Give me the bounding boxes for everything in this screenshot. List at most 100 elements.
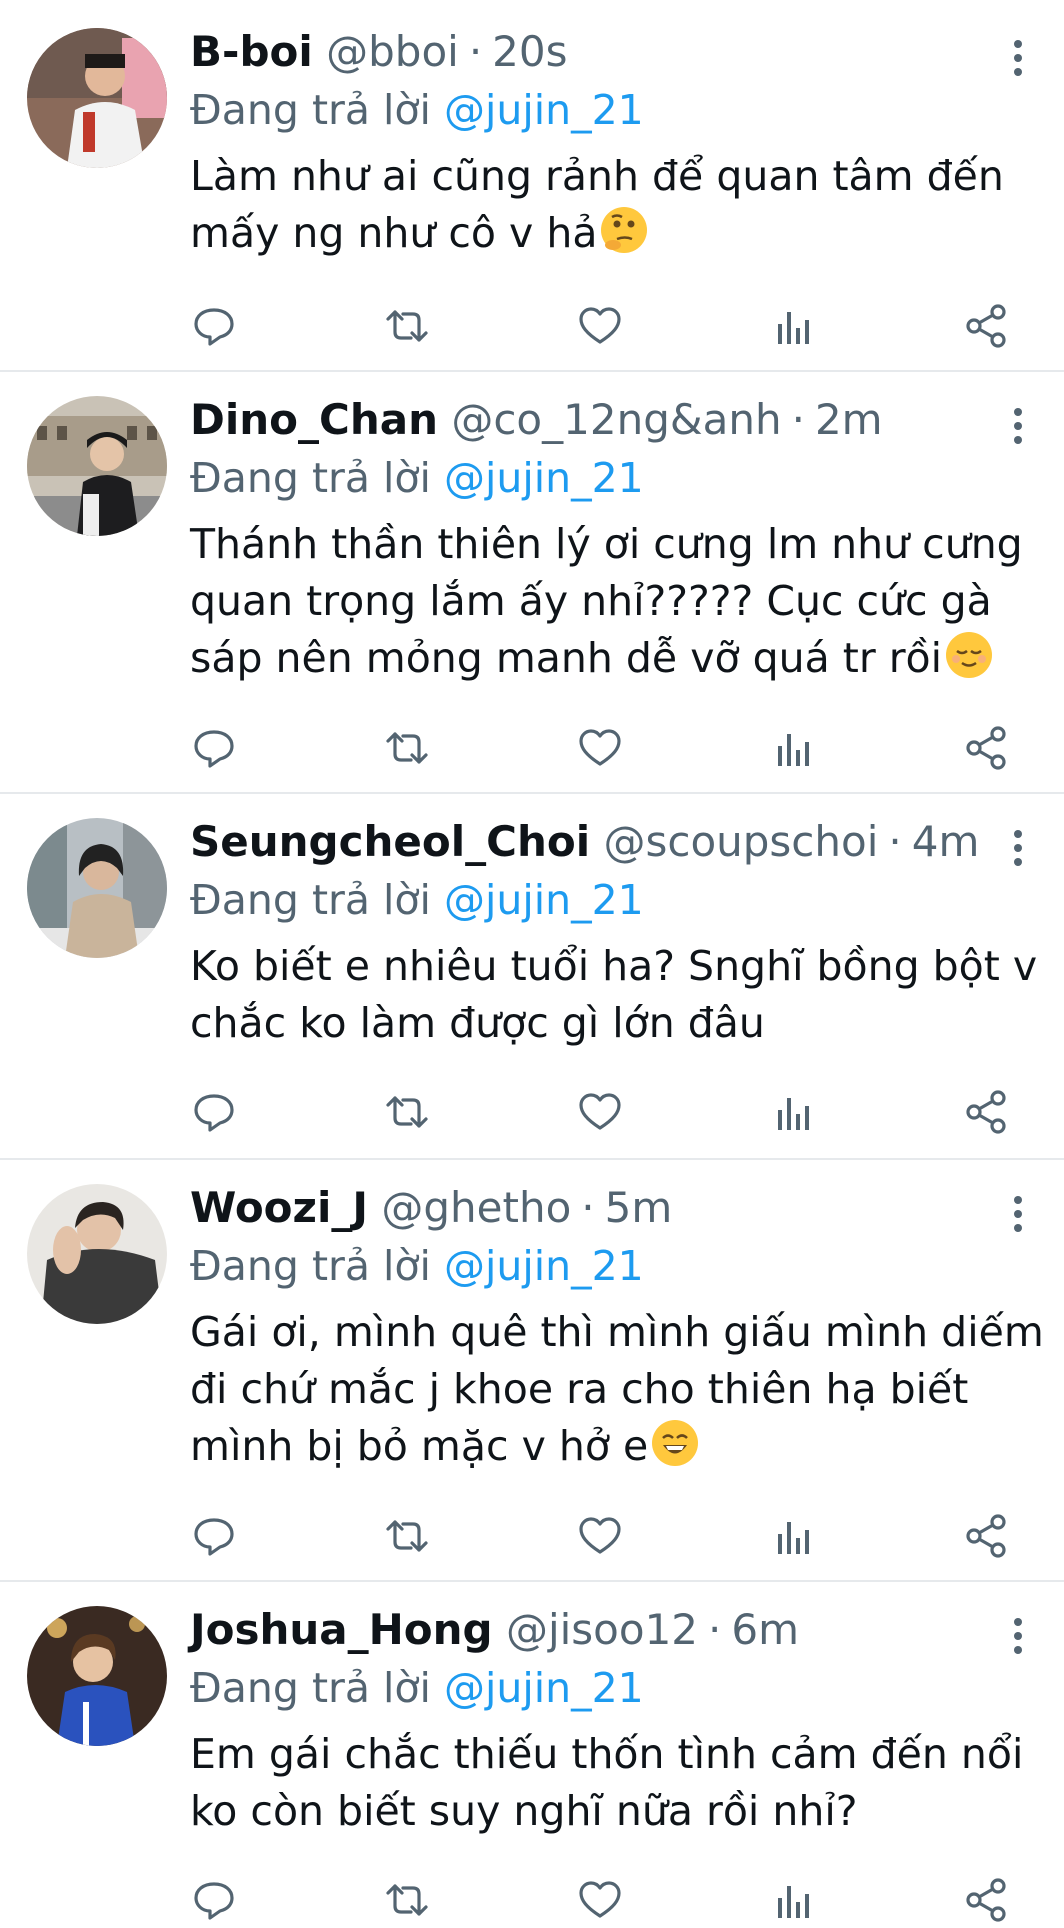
avatar-photo-icon [27, 28, 167, 168]
replying-to-label: Đang trả lời [190, 876, 431, 924]
views-chart-icon[interactable] [769, 1088, 817, 1136]
user-handle[interactable]: @ghetho [381, 1183, 571, 1232]
tweet-text: Em gái chắc thiếu thốn tình cảm đến nổi … [190, 1726, 1064, 1840]
retweet-icon[interactable] [383, 724, 431, 772]
share-icon[interactable] [962, 302, 1010, 350]
avatar-photo-icon [27, 1606, 167, 1746]
avatar[interactable] [27, 28, 167, 168]
display-name[interactable]: B-boi [190, 27, 313, 76]
timestamp[interactable]: 5m [605, 1183, 673, 1232]
separator-dot: · [468, 27, 483, 76]
views-chart-icon[interactable] [769, 1512, 817, 1560]
tweet-text: Làm như ai cũng rảnh để quan tâm đến mấy… [190, 148, 1064, 262]
like-heart-icon[interactable] [576, 302, 624, 350]
avatar[interactable] [27, 1606, 167, 1746]
share-icon[interactable] [962, 1512, 1010, 1560]
timestamp[interactable]: 4m [912, 817, 980, 866]
avatar[interactable] [27, 1184, 167, 1324]
separator-dot: · [581, 1183, 595, 1232]
avatar-photo-icon [27, 396, 167, 536]
replying-to: Đang trả lời @jujin_21 [190, 82, 1064, 138]
views-chart-icon[interactable] [769, 1876, 817, 1924]
replying-to-label: Đang trả lời [190, 1664, 431, 1712]
reply-icon[interactable] [190, 302, 238, 350]
tweet[interactable]: B-boi @bboi · 20s Đang trả lời @jujin_21 L… [0, 0, 1064, 372]
user-handle[interactable]: @scoupschoi [603, 817, 878, 866]
tweet-line: Gái ơi, mình quê thì mình giấu mình diếm [190, 1308, 1044, 1356]
tweet-line: quan trọng lắm ấy nhỉ????? Cục cức gà [190, 577, 992, 625]
more-options-icon[interactable] [1012, 40, 1024, 76]
retweet-icon[interactable] [383, 1512, 431, 1560]
display-name[interactable]: Dino_Chan [190, 395, 438, 444]
tweet[interactable]: Seungcheol_Choi @scoupschoi · 4m Đang trả … [0, 794, 1064, 1160]
grinning-face-icon [652, 1420, 699, 1466]
display-name[interactable]: Joshua_Hong [190, 1605, 493, 1654]
replying-to: Đang trả lời @jujin_21 [190, 1238, 1064, 1294]
reply-mention-link[interactable]: @jujin_21 [444, 454, 644, 502]
share-icon[interactable] [962, 1876, 1010, 1924]
tweet[interactable]: Woozi_J @ghetho · 5m Đang trả lời @jujin_2… [0, 1160, 1064, 1582]
tweet-line: Thánh thần thiên lý ơi cưng lm như cưng [190, 520, 1023, 568]
replying-to-label: Đang trả lời [190, 86, 431, 134]
like-heart-icon[interactable] [576, 1876, 624, 1924]
reply-icon[interactable] [190, 1876, 238, 1924]
user-handle[interactable]: @jisoo12 [506, 1605, 698, 1654]
replying-to-label: Đang trả lời [190, 1242, 431, 1290]
tweet-line: Ko biết e nhiêu tuổi ha? Snghĩ bồng bột … [190, 942, 1038, 990]
like-heart-icon[interactable] [576, 1512, 624, 1560]
more-options-icon[interactable] [1012, 830, 1024, 866]
share-icon[interactable] [962, 724, 1010, 772]
timestamp[interactable]: 20s [492, 27, 567, 76]
tweet-text: Ko biết e nhiêu tuổi ha? Snghĩ bồng bột … [190, 938, 1064, 1052]
relieved-face-icon [946, 632, 993, 678]
more-options-icon[interactable] [1012, 1618, 1024, 1654]
tweet-line: ko còn biết suy nghĩ nữa rồi nhỉ? [190, 1787, 858, 1835]
timestamp[interactable]: 6m [731, 1605, 799, 1654]
tweet[interactable]: Dino_Chan @co_12ng&anh · 2m Đang trả lời @… [0, 372, 1064, 794]
reply-mention-link[interactable]: @jujin_21 [444, 876, 644, 924]
separator-dot: · [791, 395, 805, 444]
tweet-line: chắc ko làm được gì lớn đâu [190, 999, 765, 1047]
like-heart-icon[interactable] [576, 1088, 624, 1136]
retweet-icon[interactable] [383, 302, 431, 350]
avatar-photo-icon [27, 1184, 167, 1324]
share-icon[interactable] [962, 1088, 1010, 1136]
views-chart-icon[interactable] [769, 302, 817, 350]
tweet[interactable]: Joshua_Hong @jisoo12 · 6m Đang trả lời @ju… [0, 1582, 1064, 1922]
replying-to: Đang trả lời @jujin_21 [190, 450, 1064, 506]
tweet-line: đi chứ mắc j khoe ra cho thiên hạ biết [190, 1365, 969, 1413]
display-name[interactable]: Woozi_J [190, 1183, 368, 1232]
timestamp[interactable]: 2m [815, 395, 883, 444]
tweet-line: Em gái chắc thiếu thốn tình cảm đến nổi [190, 1730, 1024, 1778]
user-handle[interactable]: @bboi [326, 27, 459, 76]
retweet-icon[interactable] [383, 1088, 431, 1136]
tweet-line: mình bị bỏ mặc v hở e [190, 1422, 649, 1470]
more-options-icon[interactable] [1012, 408, 1024, 444]
separator-dot: · [708, 1605, 722, 1654]
reply-feed: B-boi @bboi · 20s Đang trả lời @jujin_21 L… [0, 0, 1064, 1922]
replying-to-label: Đang trả lời [190, 454, 431, 502]
replying-to: Đang trả lời @jujin_21 [190, 1660, 1064, 1716]
avatar[interactable] [27, 396, 167, 536]
thinking-face-icon [601, 207, 648, 253]
reply-icon[interactable] [190, 1088, 238, 1136]
avatar-photo-icon [27, 818, 167, 958]
reply-mention-link[interactable]: @jujin_21 [444, 1664, 644, 1712]
reply-mention-link[interactable]: @jujin_21 [444, 86, 644, 134]
like-heart-icon[interactable] [576, 724, 624, 772]
tweet-line: sáp nên mỏng manh dễ vỡ quá tr rồi [190, 634, 943, 682]
tweet-line: Làm như ai cũng rảnh để quan tâm đến [190, 152, 1004, 200]
tweet-line: mấy ng như cô v hả [190, 209, 598, 257]
retweet-icon[interactable] [383, 1876, 431, 1924]
tweet-text: Gái ơi, mình quê thì mình giấu mình diếm… [190, 1304, 1064, 1475]
replying-to: Đang trả lời @jujin_21 [190, 872, 1064, 928]
display-name[interactable]: Seungcheol_Choi [190, 817, 590, 866]
more-options-icon[interactable] [1012, 1196, 1024, 1232]
reply-icon[interactable] [190, 724, 238, 772]
reply-icon[interactable] [190, 1512, 238, 1560]
avatar[interactable] [27, 818, 167, 958]
user-handle[interactable]: @co_12ng&anh [451, 395, 781, 444]
tweet-text: Thánh thần thiên lý ơi cưng lm như cưng … [190, 516, 1064, 687]
reply-mention-link[interactable]: @jujin_21 [444, 1242, 644, 1290]
views-chart-icon[interactable] [769, 724, 817, 772]
